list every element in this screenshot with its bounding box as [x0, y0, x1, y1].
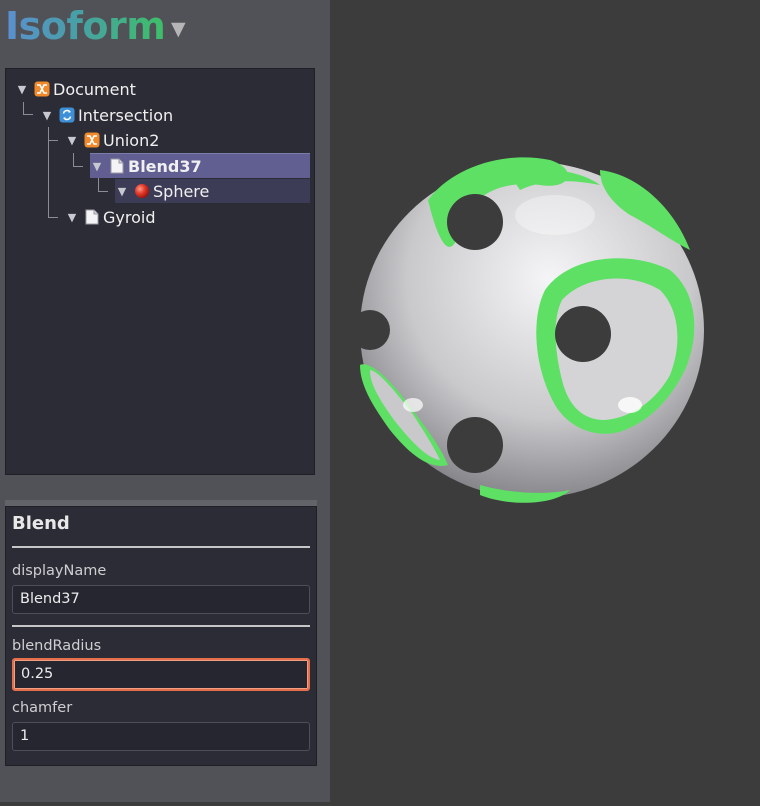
expand-toggle[interactable]: ▼ [65, 134, 79, 147]
blend-radius-field[interactable]: 0.25 [12, 658, 310, 691]
tree-node-document[interactable]: ▼ Document [15, 77, 136, 101]
3d-viewport[interactable] [330, 0, 760, 802]
divider [12, 546, 310, 548]
chamfer-field[interactable]: 1 [12, 722, 310, 751]
tree-connector [98, 178, 99, 191]
rendered-model [350, 157, 704, 503]
scene-tree: ▼ Document ▼ Intersection ▼ Union2 ▼ Ble… [5, 68, 315, 475]
tree-node-label: Intersection [78, 105, 174, 125]
display-name-field[interactable]: Blend37 [12, 585, 310, 614]
tree-node-label: Union2 [103, 130, 160, 150]
expand-toggle[interactable]: ▼ [65, 211, 79, 224]
tree-node-label: Blend37 [128, 156, 202, 176]
left-panel: Isoform ▼ ▼ Document ▼ Intersection ▼ Un… [0, 0, 330, 802]
tree-connector [23, 114, 33, 115]
expand-toggle[interactable]: ▼ [15, 83, 29, 96]
properties-title: Blend [12, 513, 70, 534]
properties-panel: Blend displayName Blend37 blendRadius 0.… [5, 506, 317, 766]
field-label: chamfer [12, 700, 73, 716]
document-icon [108, 158, 125, 174]
tree-node-sphere[interactable]: ▼ Sphere [115, 179, 310, 203]
tree-connector [48, 140, 58, 141]
tree-node-label: Sphere [153, 181, 210, 201]
app-title: Isoform [5, 4, 166, 48]
tree-connector [23, 102, 24, 114]
intersection-icon [58, 107, 75, 123]
title-menu-caret[interactable]: ▼ [171, 18, 186, 40]
tree-node-intersection[interactable]: ▼ Intersection [40, 103, 173, 127]
tree-connector [73, 153, 74, 166]
tree-node-gyroid[interactable]: ▼ Gyroid [65, 205, 156, 229]
field-label: blendRadius [12, 638, 102, 654]
expand-toggle[interactable]: ▼ [90, 160, 104, 173]
tree-connector [73, 166, 83, 167]
field-label: displayName [12, 563, 107, 579]
divider [12, 625, 310, 627]
tree-node-union2[interactable]: ▼ Union2 [65, 128, 160, 152]
expand-toggle[interactable]: ▼ [40, 109, 54, 122]
tree-node-blend37[interactable]: ▼ Blend37 [90, 153, 310, 178]
union-icon [83, 132, 100, 148]
tree-node-label: Gyroid [103, 207, 156, 227]
tree-connector [48, 217, 58, 218]
tree-connector [98, 191, 108, 192]
sphere-icon [133, 183, 150, 199]
document-icon [83, 209, 100, 225]
union-icon [33, 81, 50, 97]
tree-node-label: Document [53, 79, 136, 99]
expand-toggle[interactable]: ▼ [115, 185, 129, 198]
